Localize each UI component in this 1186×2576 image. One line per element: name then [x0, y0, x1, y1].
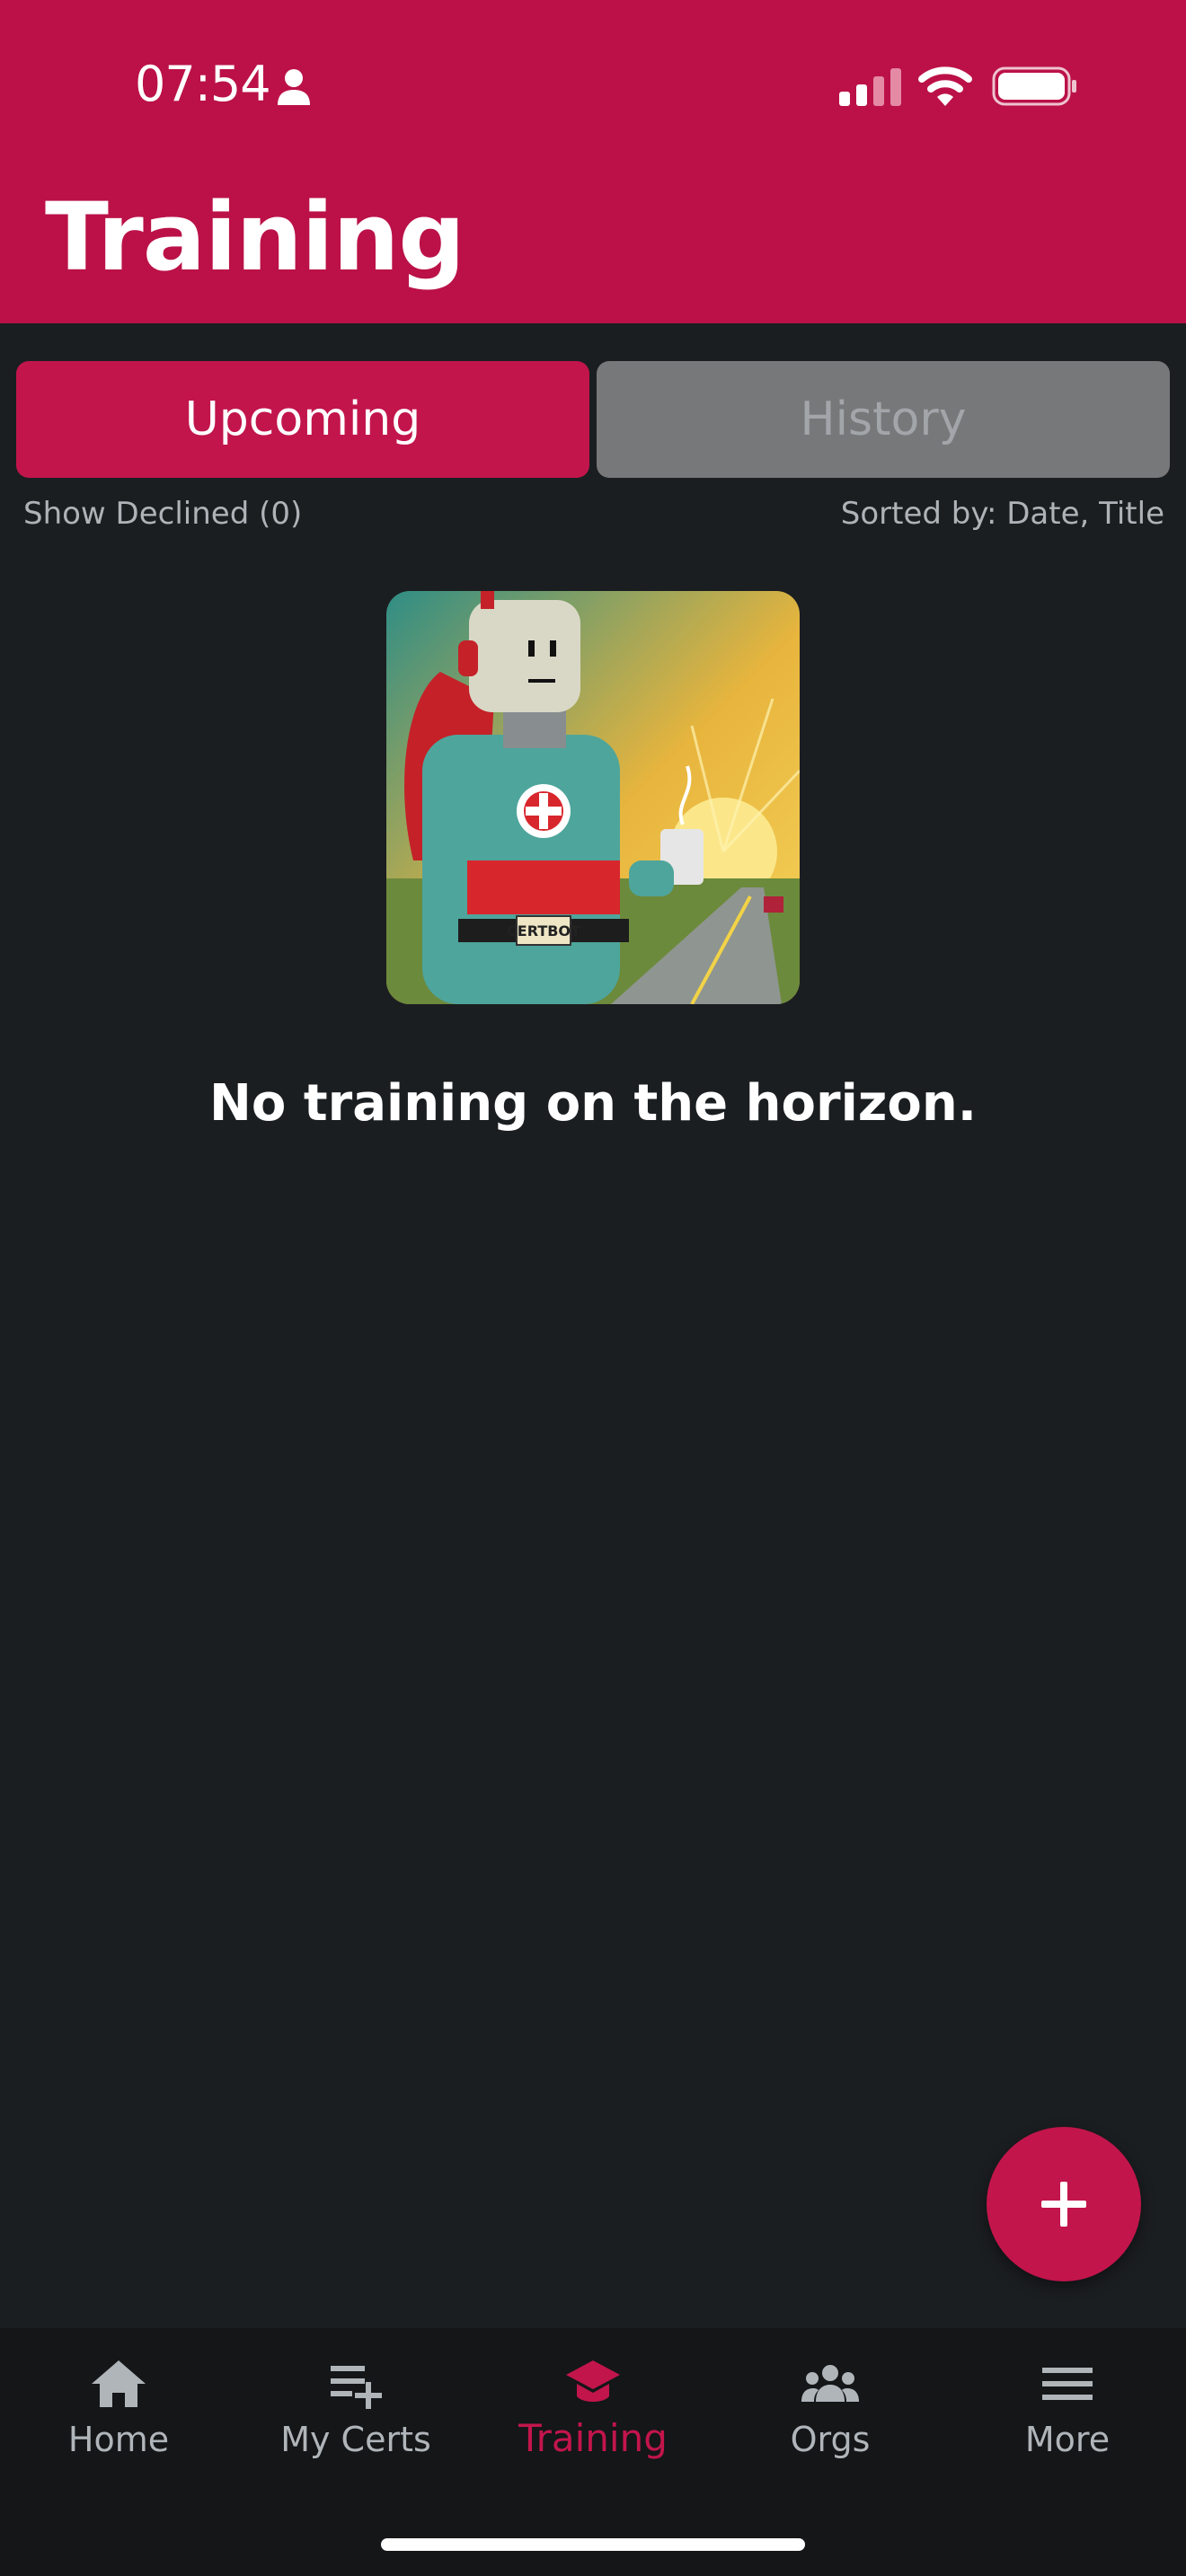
empty-state-illustration: CERTBOT [386, 591, 800, 1004]
tab-label: More [1024, 2420, 1111, 2459]
tab-home[interactable]: Home [0, 2355, 237, 2490]
filter-row: Show Declined (0) Sorted by: Date, Title [23, 496, 1164, 532]
menu-icon [1042, 2368, 1093, 2400]
app-header: 07:54 Training [0, 0, 1186, 323]
tab-upcoming[interactable]: Upcoming [16, 361, 589, 478]
empty-state-message: No training on the horizon. [208, 1074, 978, 1133]
tab-my-certs[interactable]: My Certs [237, 2355, 474, 2490]
person-icon [278, 69, 310, 105]
tab-label: Training [518, 2416, 668, 2460]
sort-selector[interactable]: Sorted by: Date, Title [841, 496, 1164, 532]
tab-label: My Certs [280, 2420, 431, 2459]
page-title: Training [45, 182, 465, 292]
tab-history[interactable]: History [597, 361, 1170, 478]
status-time: 07:54 [135, 56, 271, 112]
playlist-add-icon [331, 2366, 382, 2409]
group-icon [801, 2365, 859, 2402]
tab-label: Home [67, 2420, 170, 2459]
certbot-badge-text: CERTBOT [507, 922, 580, 940]
home-icon [92, 2360, 146, 2407]
segmented-control: Upcoming History [16, 361, 1170, 478]
tab-orgs[interactable]: Orgs [712, 2355, 949, 2490]
home-indicator [381, 2538, 805, 2551]
show-declined-toggle[interactable]: Show Declined (0) [23, 496, 302, 532]
wifi-icon [918, 66, 972, 106]
graduation-cap-icon [566, 2360, 620, 2402]
tab-label: Orgs [790, 2420, 871, 2459]
plus-icon [1041, 2182, 1086, 2227]
tab-training[interactable]: Training [474, 2355, 712, 2490]
add-training-button[interactable] [987, 2127, 1141, 2281]
battery-icon [992, 66, 1076, 106]
cellular-signal-icon [839, 68, 901, 106]
tab-more[interactable]: More [949, 2355, 1186, 2490]
